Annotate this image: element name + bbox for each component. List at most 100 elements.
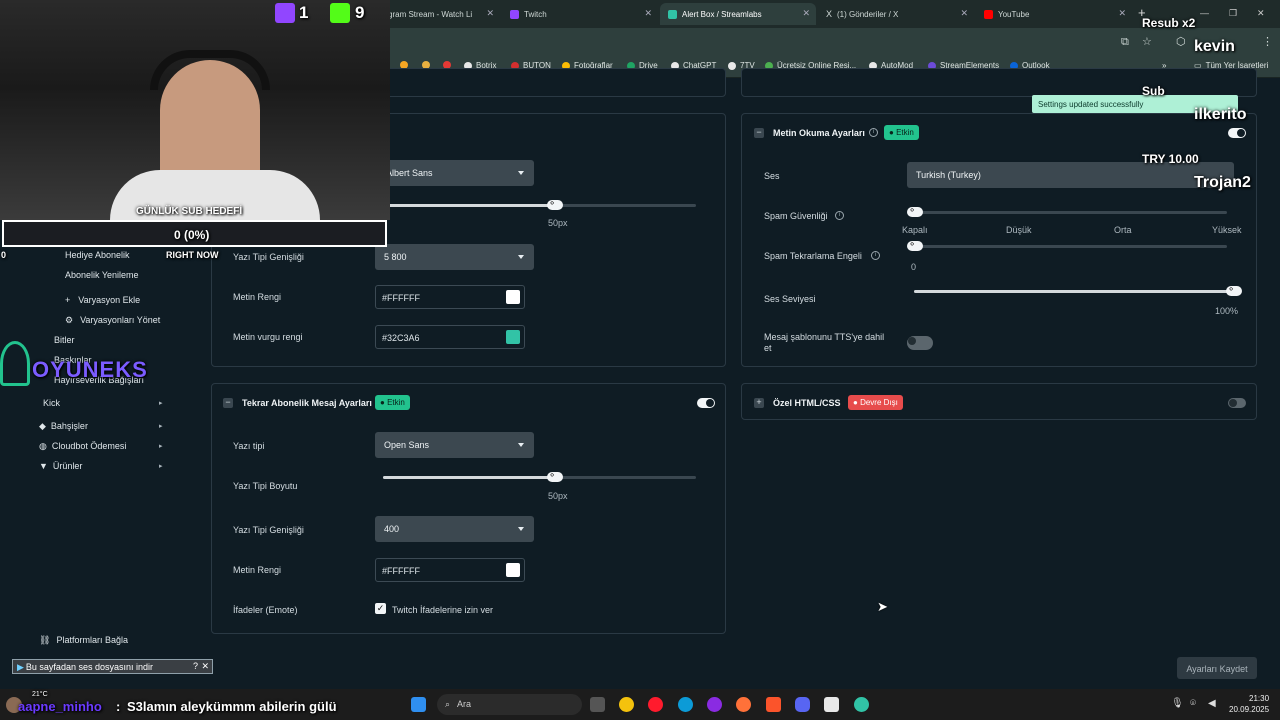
app-icon[interactable]	[707, 697, 722, 712]
text-color-input[interactable]: #FFFFFF	[375, 285, 525, 309]
volume-slider[interactable]	[914, 284, 1242, 296]
highlight-color-input[interactable]: #32C3A6	[375, 325, 525, 349]
close-icon[interactable]: ✕	[486, 8, 494, 19]
sidebar-item-gift-sub[interactable]: Hediye Abonelik	[65, 250, 130, 260]
network-icon[interactable]: ⌾	[1190, 698, 1196, 709]
close-icon[interactable]: ✕	[644, 8, 652, 19]
tab-x[interactable]: X (1) Gönderiler / X ✕	[818, 3, 974, 25]
tab-twitch[interactable]: Twitch ✕	[502, 3, 658, 25]
chrome-icon[interactable]	[619, 697, 634, 712]
close-icon[interactable]: ✕	[1118, 8, 1126, 19]
font-select[interactable]: Albert Sans	[377, 160, 534, 186]
close-icon[interactable]: ✕	[201, 661, 209, 672]
resub-font-select[interactable]: Open Sans	[375, 432, 534, 458]
window-close-icon[interactable]: ✕	[1257, 8, 1265, 19]
spam-repeat-slider[interactable]	[907, 239, 1227, 251]
edge-icon[interactable]	[678, 697, 693, 712]
tab-stream[interactable]: gram Stream - Watch Li ✕	[380, 3, 500, 25]
sidebar-item-label: Varyasyonları Yönet	[80, 315, 161, 325]
info-icon[interactable]: i	[871, 251, 880, 260]
clock-time: 21:30	[1249, 694, 1270, 703]
discord-icon[interactable]	[795, 697, 810, 712]
custom-html-toggle[interactable]	[1228, 398, 1246, 408]
firefox-icon[interactable]	[736, 697, 751, 712]
app-icon[interactable]	[824, 697, 839, 712]
chat-username: aapne_minho	[18, 699, 102, 714]
voice-label: Ses	[764, 171, 780, 181]
alert-sub: Sub	[1142, 84, 1165, 98]
sidebar-item-cloudbot[interactable]: ◍ Cloudbot Ödemesi	[39, 441, 126, 452]
tab-youtube[interactable]: YouTube ✕	[976, 3, 1132, 25]
webcam-feed	[0, 0, 390, 220]
info-icon[interactable]: i	[835, 211, 844, 220]
collapse-icon[interactable]: −	[223, 398, 233, 408]
translate-icon[interactable]: ⧉	[1121, 36, 1129, 49]
link-icon: ⛓	[39, 635, 51, 645]
font-weight-select[interactable]: 5 800	[375, 244, 534, 270]
sidebar-item-add-variation[interactable]: + Varyasyon Ekle	[65, 295, 140, 305]
menu-icon[interactable]: ⋮	[1262, 35, 1273, 48]
resub-enable-toggle[interactable]	[697, 398, 715, 408]
resub-font-weight-select[interactable]: 400	[375, 516, 534, 542]
help-icon[interactable]: ?	[193, 661, 198, 671]
twitch-icon	[510, 9, 519, 19]
streamlabs-icon[interactable]	[854, 697, 869, 712]
windows-start-icon[interactable]	[411, 697, 426, 712]
collapse-icon[interactable]: −	[754, 128, 764, 138]
slider-thumb[interactable]	[547, 198, 563, 210]
tts-enable-toggle[interactable]	[1228, 128, 1246, 138]
sidebar-item-bits[interactable]: Bitler	[54, 335, 75, 345]
slider-thumb[interactable]	[547, 470, 563, 482]
sub-goal-bar: 0 (0%)	[2, 220, 387, 247]
resub-text-color-input[interactable]: #FFFFFF	[375, 558, 525, 582]
resub-font-size-slider[interactable]	[383, 470, 696, 482]
sidebar-item-connect-platforms[interactable]: ⛓ Platformları Bağla	[39, 635, 128, 646]
font-size-slider[interactable]	[383, 198, 696, 210]
text-color-label: Metin Rengi	[233, 292, 282, 302]
gear-icon: ⚙	[65, 315, 74, 325]
download-audio-banner[interactable]: ▶ Bu sayfadan ses dosyasını indir ? ✕	[12, 659, 213, 674]
volume-value: 100%	[1215, 306, 1239, 316]
sidebar-item-manage-variations[interactable]: ⚙ Varyasyonları Yönet	[65, 315, 160, 326]
minimize-icon[interactable]: —	[1200, 8, 1209, 18]
close-icon[interactable]: ✕	[802, 8, 810, 19]
close-icon[interactable]: ✕	[960, 8, 968, 19]
sidebar-item-products[interactable]: ▼ Ürünler	[39, 461, 82, 471]
color-swatch[interactable]	[506, 290, 520, 304]
font-size-label: Yazı Tipi Boyutu	[233, 481, 298, 491]
slider-thumb[interactable]	[907, 205, 923, 217]
twitch-icon	[275, 3, 295, 23]
brand-logo-text: OYUNEKS	[32, 357, 148, 382]
microphone-icon[interactable]: 🎙	[1171, 698, 1184, 709]
slider-thumb[interactable]	[1226, 284, 1242, 296]
extensions-icon[interactable]: ⬡	[1176, 35, 1186, 48]
volume-icon[interactable]: ◀	[1208, 698, 1216, 709]
opera-icon[interactable]	[648, 697, 663, 712]
color-swatch[interactable]	[506, 563, 520, 577]
taskbar-search[interactable]: ⌕ Ara	[437, 694, 582, 715]
color-swatch[interactable]	[506, 330, 520, 344]
status-badge: ● Etkin	[375, 395, 410, 410]
spam-level-mid: Orta	[1114, 225, 1132, 235]
info-icon[interactable]: i	[869, 128, 878, 137]
task-view-icon[interactable]	[590, 697, 605, 712]
status-badge-label: Etkin	[387, 398, 405, 407]
save-settings-button[interactable]: Ayarları Kaydet	[1177, 657, 1257, 679]
sidebar-item-resub[interactable]: Abonelik Yenileme	[65, 270, 139, 280]
spam-security-slider[interactable]	[907, 205, 1227, 217]
maximize-icon[interactable]: ❐	[1229, 8, 1237, 19]
include-template-toggle[interactable]	[907, 336, 933, 350]
tab-label: YouTube	[998, 9, 1030, 19]
tip-icon: ◆	[39, 421, 46, 431]
resub-settings-card: − Tekrar Abonelik Mesaj Ayarları ● Etkin…	[211, 383, 726, 634]
sidebar-item-label: Platformları Bağla	[56, 635, 128, 645]
emote-checkbox[interactable]: ✓	[375, 603, 386, 614]
tab-streamlabs[interactable]: Alert Box / Streamlabs ✕	[660, 3, 816, 25]
expand-icon[interactable]: +	[754, 398, 764, 408]
bookmark-star-icon[interactable]: ☆	[1142, 35, 1152, 48]
slider-thumb[interactable]	[907, 239, 923, 251]
sidebar-item-kick[interactable]: Kick	[43, 398, 60, 408]
tab-label: gram Stream - Watch Li	[388, 9, 473, 19]
brave-icon[interactable]	[766, 697, 781, 712]
sidebar-item-tips[interactable]: ◆ Bahşişler	[39, 421, 88, 432]
